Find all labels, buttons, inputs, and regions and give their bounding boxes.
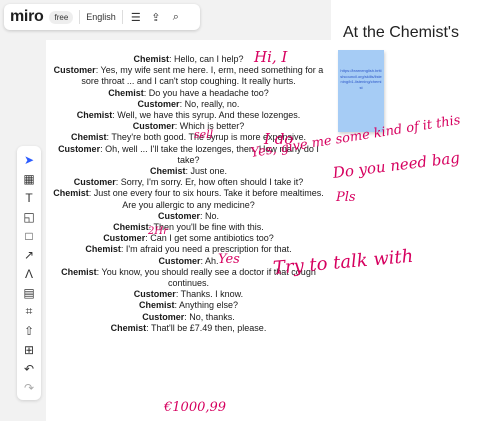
utterance-text: No. (205, 210, 220, 221)
dialogue-line: Chemist: Just one. (46, 166, 331, 177)
speaker-label: Chemist (108, 87, 144, 98)
speaker-label: Chemist (133, 54, 169, 64)
utterance-text: Can I get some antibiotics too? (150, 233, 274, 244)
utterance-text: No, thanks. (189, 311, 235, 322)
utterance-text: I'm afraid you need a prescription for t… (125, 244, 292, 255)
speaker-label: Customer (133, 289, 176, 300)
utterance-text: Anything else? (178, 300, 239, 311)
utterance-text: Yes, my wife sent me here. I, erm, need … (81, 65, 324, 87)
dialogue-line: Customer: Sorry, I'm sorry. Er, how ofte… (46, 177, 331, 188)
utterance-text: That'll be £7.49 then, please. (151, 322, 267, 333)
comment-icon[interactable]: ▤ (19, 283, 39, 302)
frame-grid-icon[interactable]: ⌗ (19, 302, 39, 321)
dialogue-line: Customer: Can I get some antibiotics too… (46, 233, 331, 244)
dialogue-text: Chemist: Hello, can I help? Customer: Yes… (46, 54, 331, 334)
utterance-text: Just one every four to six hours. Take i… (93, 188, 324, 210)
select-icon[interactable]: ➤ (19, 150, 39, 169)
undo-icon[interactable]: ↶ (19, 359, 39, 378)
tool-rail: ➤ ▦ T ◱ □ ↗ Λ ▤ ⌗ ⇧ ⊞ ↶ ↷ (17, 146, 41, 400)
dialogue-line: Customer: No, thanks. (46, 312, 331, 323)
utterance-text: Do you have a headache too? (148, 87, 269, 98)
board-title: At the Chemist's (343, 24, 459, 41)
menu-icon[interactable]: ☰ (129, 11, 143, 24)
utterance-text: Thanks. I know. (180, 289, 244, 300)
speaker-label: Customer (157, 210, 200, 221)
redo-icon[interactable]: ↷ (19, 378, 39, 397)
utterance-text: Then you'll be fine with this. (153, 222, 264, 233)
line-icon[interactable]: ↗ (19, 245, 39, 264)
speaker-label: Chemist (113, 222, 149, 233)
shape-icon[interactable]: □ (19, 226, 39, 245)
plan-badge[interactable]: free (49, 10, 74, 24)
upload-icon[interactable]: ⇧ (19, 321, 39, 340)
utterance-text: Just one. (190, 166, 228, 177)
handwritten-note: sell (194, 128, 214, 141)
handwritten-note: 2Hr (148, 226, 168, 237)
speaker-label: Chemist (61, 266, 97, 277)
speaker-label: Customer (73, 177, 116, 188)
speaker-label: Customer (132, 121, 175, 132)
dialogue-line: Customer: No. (46, 211, 331, 222)
toolbar-divider (121, 10, 123, 24)
frame-icon[interactable]: ▦ (19, 169, 39, 188)
handwritten-note: €1000,99 (164, 400, 227, 415)
speaker-label: Customer (158, 255, 201, 266)
speaker-label: Chemist (149, 166, 186, 177)
speaker-label: Chemist (85, 244, 121, 255)
speaker-label: Chemist (138, 300, 175, 311)
add-icon[interactable]: ⊞ (19, 340, 39, 359)
sticky-note[interactable]: https://learnenglish.britishcouncil.org/… (338, 50, 384, 132)
sticky-note-icon[interactable]: ◱ (19, 207, 39, 226)
speaker-label: Chemist (53, 188, 89, 199)
speaker-label: Chemist (110, 322, 147, 333)
miro-logo[interactable]: miro (10, 8, 44, 26)
dialogue-line: Customer: No, really, no. (46, 99, 331, 110)
dialogue-line: Chemist: Then you'll be fine with this. (46, 222, 331, 233)
toolbar-divider (79, 10, 81, 24)
dialogue-line: Chemist: That'll be £7.49 then, please. (46, 323, 331, 334)
utterance-text: Ah. (205, 255, 219, 266)
language-selector[interactable]: English (86, 12, 116, 22)
speaker-label: Customer (142, 311, 185, 322)
speaker-label: Customer (137, 98, 180, 109)
text-icon[interactable]: T (19, 188, 39, 207)
pen-icon[interactable]: Λ (19, 264, 39, 283)
top-toolbar: miro free English ☰ ⇪ ⌕ (4, 4, 200, 30)
dialogue-line: Customer: Yes, my wife sent me here. I, … (46, 65, 331, 87)
speaker-label: Customer (103, 233, 146, 244)
dialogue-line: Chemist: I'm afraid you need a prescript… (46, 244, 331, 255)
dialogue-line: Chemist: Just one every four to six hour… (46, 188, 331, 210)
speaker-label: Customer (58, 143, 101, 154)
utterance-text: Sorry, I'm sorry. Er, how often should I… (120, 177, 304, 188)
dialogue-line: Chemist: Hello, can I help? (46, 54, 331, 65)
speaker-label: Customer (53, 65, 96, 76)
share-icon[interactable]: ⇪ (149, 11, 163, 24)
search-icon[interactable]: ⌕ (169, 11, 183, 24)
dialogue-line: Chemist: Do you have a headache too? (46, 88, 331, 99)
handwritten-note: Pls (336, 190, 356, 205)
utterance-text: Hello, can I help? (173, 54, 244, 64)
handwritten-note: Hi, I (254, 48, 288, 66)
speaker-label: Chemist (70, 132, 107, 143)
dialogue-line: Chemist: Well, we have this syrup. And t… (46, 110, 331, 121)
dialogue-line: Chemist: Anything else? (46, 300, 331, 311)
utterance-text: Well, we have this syrup. And these loze… (117, 110, 301, 121)
handwritten-note: Yes (218, 252, 240, 267)
utterance-text: No, really, no. (184, 98, 240, 109)
dialogue-line: Customer: Thanks. I know. (46, 289, 331, 300)
speaker-label: Chemist (76, 110, 113, 121)
